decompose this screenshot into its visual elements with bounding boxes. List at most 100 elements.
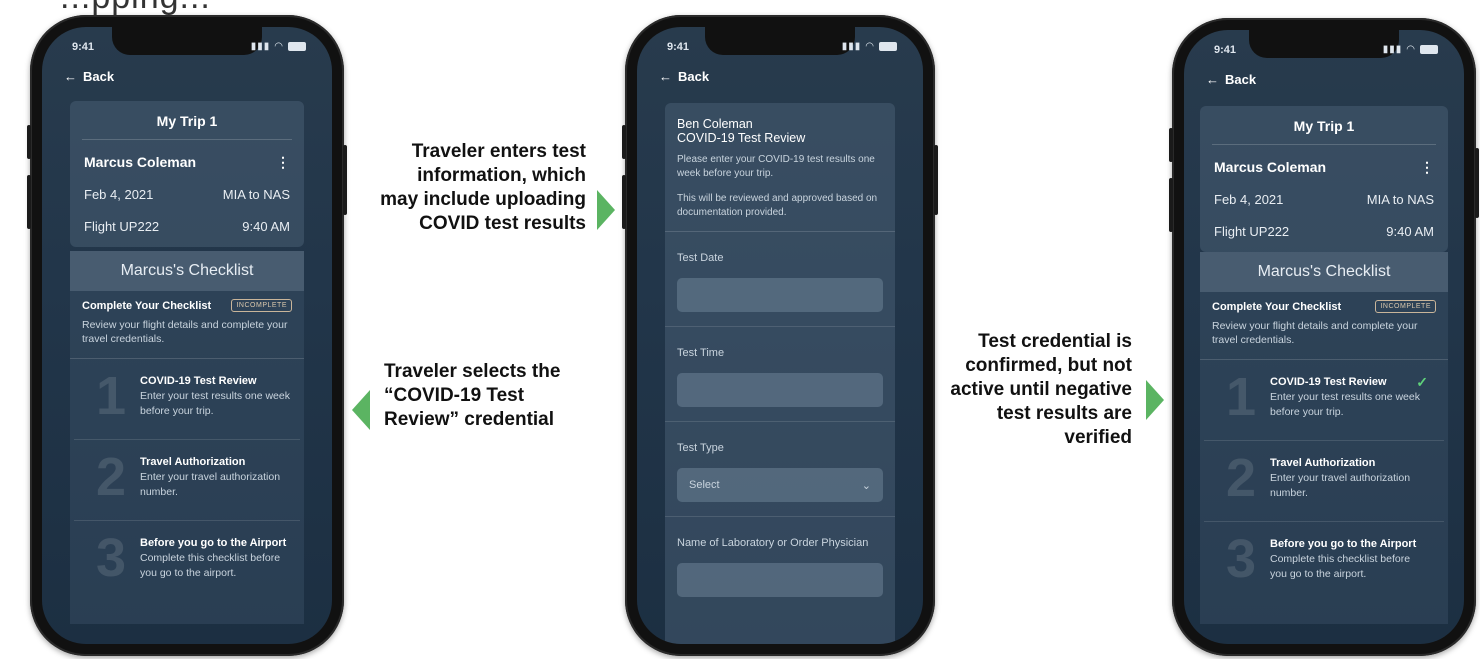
- test-type-label: Test Type: [677, 442, 724, 454]
- arrow-right-pointer-right: [1146, 380, 1164, 420]
- back-label: Back: [1225, 72, 1257, 87]
- trip-title: My Trip 1: [82, 101, 292, 140]
- back-button[interactable]: ← Back: [1206, 72, 1256, 87]
- step-title: Travel Authorization: [1270, 457, 1376, 470]
- step-number: 2: [1226, 448, 1257, 509]
- status-badge: INCOMPLETE: [1375, 300, 1436, 313]
- status-icons: ▮▮▮ ◠: [842, 41, 897, 52]
- test-time-label: Test Time: [677, 347, 725, 359]
- checklist-body: Complete Your Checklist INCOMPLETE Revie…: [1200, 292, 1448, 624]
- caption-credential-confirmed: Test credential is confirmed, but not ac…: [950, 331, 1132, 448]
- more-options-icon[interactable]: ⋮: [276, 154, 290, 171]
- status-icons: ▮▮▮ ◠: [1383, 44, 1438, 55]
- step-description: Enter your test results one week before …: [1270, 391, 1420, 418]
- complete-checklist-heading: Complete Your Checklist: [1212, 300, 1342, 313]
- step-travel-authorization[interactable]: 2 Travel Authorization Enter your travel…: [74, 440, 300, 522]
- trip-route: MIA to NAS: [1366, 191, 1434, 207]
- trip-card: My Trip 1 Marcus Coleman ⋮ Feb 4, 2021 M…: [1200, 106, 1448, 252]
- step-travel-authorization[interactable]: 2 Travel Authorization Enter your travel…: [1204, 441, 1444, 523]
- checklist-description: Review your flight details and complete …: [70, 312, 304, 360]
- status-time: 9:41: [72, 41, 95, 53]
- test-time-input[interactable]: [677, 373, 883, 407]
- form-review-note: This will be reviewed and approved based…: [677, 193, 878, 218]
- trip-route: MIA to NAS: [222, 186, 290, 202]
- select-value: Select: [689, 479, 720, 491]
- laboratory-input[interactable]: [677, 563, 883, 597]
- status-icons: ▮▮▮ ◠: [251, 41, 306, 52]
- back-arrow-icon: ←: [659, 69, 672, 84]
- form-title: COVID-19 Test Review: [677, 131, 806, 145]
- checklist-description: Review your flight details and complete …: [1200, 313, 1448, 361]
- step-title: Before you go to the Airport: [1270, 538, 1417, 551]
- step-number: 3: [96, 528, 127, 589]
- notch: [112, 27, 262, 55]
- date-row: Feb 4, 2021 MIA to NAS: [1200, 183, 1448, 215]
- form-instructions: Please enter your COVID-19 test results …: [677, 154, 875, 179]
- check-icon: ✓: [1416, 374, 1428, 391]
- test-type-select[interactable]: Select ⌄: [677, 468, 883, 502]
- step-before-airport[interactable]: 3 Before you go to the Airport Complete …: [74, 521, 300, 601]
- back-button[interactable]: ← Back: [659, 69, 709, 84]
- battery-icon: [1420, 45, 1438, 54]
- trip-title: My Trip 1: [1212, 106, 1436, 145]
- test-date-input[interactable]: [677, 278, 883, 312]
- back-label: Back: [678, 69, 710, 84]
- complete-checklist-heading: Complete Your Checklist: [82, 299, 212, 312]
- phone-middle: 9:41 ▮▮▮ ◠ ← Back Ben Coleman COVID-19 T…: [622, 15, 938, 656]
- screen-left: 9:41 ▮▮▮ ◠ ← Back My Trip 1 Marcus Colem…: [42, 27, 332, 644]
- flight-row: Flight UP222 9:40 AM: [1200, 215, 1448, 247]
- screen-right: 9:41 ▮▮▮ ◠ ← Back My Trip 1 Marcus Colem…: [1184, 30, 1464, 644]
- checklist-body: Complete Your Checklist INCOMPLETE Revie…: [70, 291, 304, 624]
- step-title: COVID-19 Test Review: [1270, 376, 1387, 389]
- step-before-airport[interactable]: 3 Before you go to the Airport Complete …: [1204, 522, 1444, 602]
- step-number: 1: [1226, 367, 1257, 428]
- date-row: Feb 4, 2021 MIA to NAS: [70, 178, 304, 210]
- status-time: 9:41: [667, 41, 690, 53]
- arrow-right-pointer-middle: [597, 190, 615, 230]
- step-number: 1: [96, 366, 127, 427]
- trip-card: My Trip 1 Marcus Coleman ⋮ Feb 4, 2021 M…: [70, 101, 304, 247]
- laboratory-label: Name of Laboratory or Order Physician: [677, 537, 869, 549]
- wifi-icon: ◠: [1406, 44, 1416, 55]
- notch: [1249, 30, 1399, 58]
- field-test-type: Test Type Select ⌄: [665, 422, 895, 517]
- phone-right: 9:41 ▮▮▮ ◠ ← Back My Trip 1 Marcus Colem…: [1169, 18, 1479, 656]
- signal-icon: ▮▮▮: [1382, 44, 1403, 55]
- wifi-icon: ◠: [274, 41, 284, 52]
- caption-select-credential: Traveler selects the “COVID-19 Test Revi…: [384, 361, 561, 430]
- step-description: Enter your test results one week before …: [140, 390, 290, 417]
- step-number: 2: [96, 447, 127, 508]
- back-arrow-icon: ←: [64, 69, 77, 84]
- flight-time: 9:40 AM: [242, 218, 290, 234]
- field-test-time: Test Time: [665, 327, 895, 422]
- trip-date: Feb 4, 2021: [84, 186, 154, 202]
- test-date-label: Test Date: [677, 252, 724, 264]
- signal-icon: ▮▮▮: [841, 41, 862, 52]
- field-laboratory: Name of Laboratory or Order Physician: [665, 517, 895, 611]
- notch: [705, 27, 855, 55]
- step-title: COVID-19 Test Review: [140, 375, 257, 388]
- screen-middle: 9:41 ▮▮▮ ◠ ← Back Ben Coleman COVID-19 T…: [637, 27, 923, 644]
- traveler-name: Marcus Coleman: [84, 154, 197, 170]
- traveler-row: Marcus Coleman ⋮: [70, 146, 304, 178]
- chevron-down-icon: ⌄: [861, 479, 871, 492]
- back-label: Back: [83, 69, 115, 84]
- back-button[interactable]: ← Back: [64, 69, 114, 84]
- battery-icon: [288, 42, 306, 51]
- wifi-icon: ◠: [865, 41, 875, 52]
- checklist-title: Marcus's Checklist: [70, 251, 304, 291]
- battery-icon: [879, 42, 897, 51]
- flight-time: 9:40 AM: [1386, 223, 1434, 239]
- step-description: Enter your travel authorization number.: [140, 471, 281, 498]
- step-description: Enter your travel authorization number.: [1270, 472, 1411, 499]
- flight-number: Flight UP222: [1214, 223, 1290, 239]
- status-time: 9:41: [1214, 44, 1237, 56]
- step-covid-test[interactable]: 1 COVID-19 Test Review Enter your test r…: [1204, 360, 1444, 442]
- test-review-form: Ben Coleman COVID-19 Test Review Please …: [665, 103, 895, 644]
- step-description: Complete this checklist before you go to…: [1270, 553, 1411, 580]
- flight-row: Flight UP222 9:40 AM: [70, 210, 304, 242]
- more-options-icon[interactable]: ⋮: [1420, 159, 1434, 176]
- step-number: 3: [1226, 529, 1257, 590]
- step-covid-test[interactable]: 1 COVID-19 Test Review Enter your test r…: [74, 359, 300, 441]
- flight-number: Flight UP222: [84, 218, 160, 234]
